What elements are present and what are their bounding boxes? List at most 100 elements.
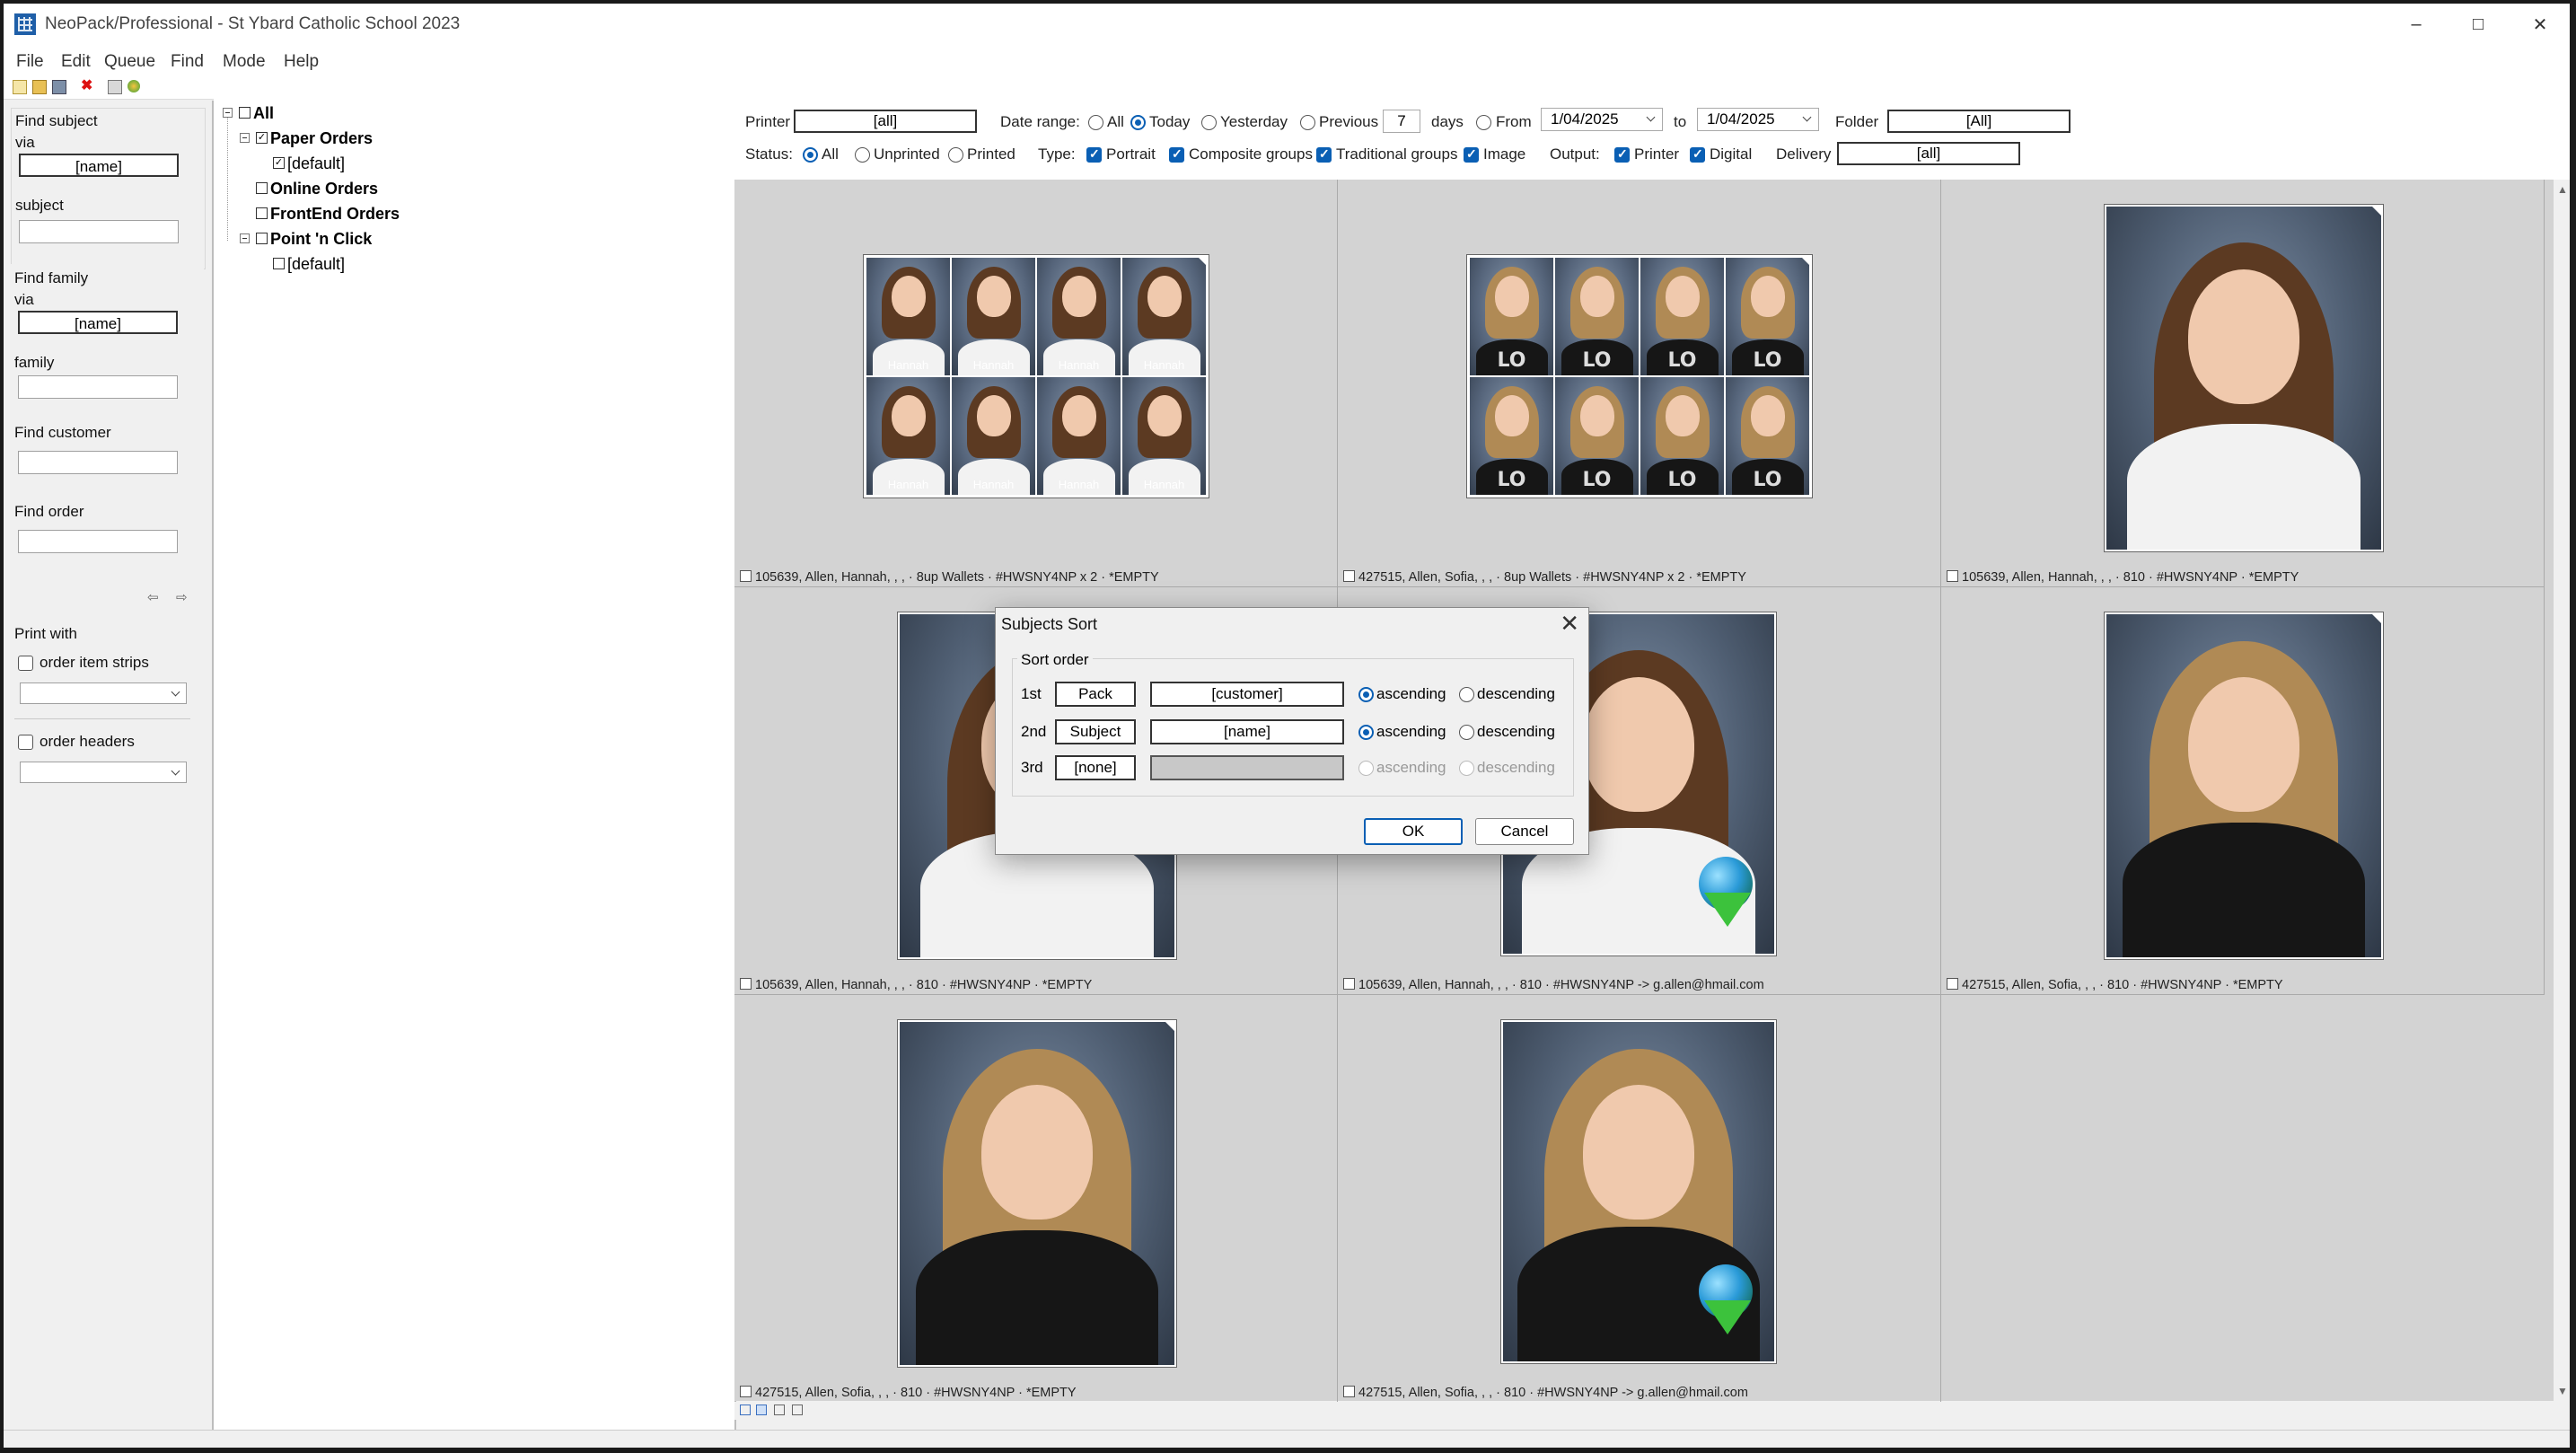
menu-find[interactable]: Find [171, 52, 204, 72]
tree-root-expander[interactable] [223, 108, 233, 118]
menu-queue[interactable]: Queue [104, 52, 155, 72]
output-digital-checkbox[interactable] [1690, 146, 1705, 163]
view-list-icon[interactable] [774, 1405, 785, 1415]
output-printer-checkbox[interactable] [1614, 146, 1630, 163]
thumbnail-checkbox[interactable] [1343, 978, 1355, 990]
save-icon[interactable] [52, 80, 66, 94]
tree-expander-paper[interactable] [240, 133, 250, 143]
menu-help[interactable]: Help [284, 52, 319, 72]
view-lock-icon[interactable] [792, 1405, 803, 1415]
tree-item-frontend-orders[interactable]: FrontEnd Orders [270, 205, 400, 224]
dialog-close-icon[interactable]: ✕ [1560, 610, 1579, 638]
sort-key-2-button[interactable]: Subject [1055, 719, 1136, 744]
next-arrow-icon[interactable]: ⇨ [176, 589, 188, 605]
thumbnail-item[interactable]: 427515, Allen, Sofia, , , · 810 · #HWSNY… [1338, 995, 1941, 1403]
sort-1-descending-radio[interactable] [1459, 687, 1474, 702]
menu-mode[interactable]: Mode [223, 52, 266, 72]
order-item-strips-dropdown[interactable] [20, 682, 187, 704]
thumbnail-checkbox[interactable] [1343, 570, 1355, 582]
thumbnail-item[interactable]: Hannah Hannah Hannah Hannah Hannah Hannah Hann… [734, 180, 1338, 587]
find-subject-input[interactable] [19, 220, 179, 243]
find-family-via-field[interactable]: [name] [18, 311, 178, 334]
date-all-radio[interactable] [1088, 115, 1103, 130]
find-subject-via-field[interactable]: [name] [19, 154, 179, 177]
sort-key-3-button[interactable]: [none] [1055, 755, 1136, 780]
delivery-field[interactable]: [all] [1837, 142, 2020, 165]
tree-root-checkbox[interactable] [239, 107, 251, 119]
type-portrait-checkbox[interactable] [1086, 146, 1102, 163]
view-grid-icon[interactable] [756, 1405, 767, 1415]
status-printed-radio[interactable] [948, 147, 963, 163]
thumbnail-item[interactable]: 427515, Allen, Sofia, , , · 810 · #HWSNY… [1941, 587, 2545, 995]
find-customer-input[interactable] [18, 451, 178, 474]
sort-key-1-button[interactable]: Pack [1055, 682, 1136, 707]
thumbnail-checkbox[interactable] [1947, 570, 1958, 582]
from-date-picker[interactable]: 1/04/2025 [1541, 108, 1663, 131]
previous-arrow-icon[interactable]: ⇦ [147, 589, 159, 605]
folder-field[interactable]: [All] [1887, 110, 2070, 133]
maximize-icon[interactable]: □ [2459, 11, 2497, 38]
previous-days-field[interactable]: 7 [1383, 110, 1420, 133]
tree-item-paper-default[interactable]: [default] [287, 154, 345, 173]
cancel-button[interactable]: Cancel [1475, 818, 1574, 845]
tree-checkbox-pointnclick[interactable] [256, 233, 268, 244]
tree-checkbox-frontend[interactable] [256, 207, 268, 219]
date-yesterday-radio[interactable] [1201, 115, 1217, 130]
tree-checkbox-online[interactable] [256, 182, 268, 194]
open-icon[interactable] [32, 80, 47, 94]
order-item-strips-checkbox[interactable] [18, 656, 33, 671]
thumbnail-item[interactable]: 105639, Allen, Hannah, , , · 810 · #HWSN… [1941, 180, 2545, 587]
status-all-radio[interactable] [803, 147, 818, 163]
subjects-sort-dialog: Subjects Sort ✕ Sort order 1st Pack [cus… [995, 607, 1589, 855]
delete-icon[interactable]: ✖ [81, 79, 93, 93]
tree-checkbox-paper[interactable]: ✓ [256, 132, 268, 144]
printer-field[interactable]: [all] [794, 110, 977, 133]
menu-file[interactable]: File [16, 52, 44, 72]
thumbnail-checkbox[interactable] [1947, 978, 1958, 990]
status-unprinted-radio[interactable] [855, 147, 870, 163]
type-image-checkbox[interactable] [1464, 146, 1479, 163]
order-headers-dropdown[interactable] [20, 762, 187, 783]
date-today-radio[interactable] [1130, 115, 1146, 130]
thumbnail-checkbox[interactable] [740, 1386, 752, 1397]
menu-edit[interactable]: Edit [61, 52, 91, 72]
ok-button[interactable]: OK [1364, 818, 1463, 845]
view-single-icon[interactable] [740, 1405, 751, 1415]
sort-3-descending-label: descending [1477, 759, 1555, 776]
type-traditional-checkbox[interactable] [1316, 146, 1332, 163]
find-order-input[interactable] [18, 530, 178, 553]
type-composite-checkbox[interactable] [1169, 146, 1184, 163]
tree-item-paper-orders[interactable]: Paper Orders [270, 129, 373, 148]
sort-2-descending-radio[interactable] [1459, 725, 1474, 740]
thumbnail-checkbox[interactable] [1343, 1386, 1355, 1397]
scroll-down-icon[interactable]: ▼ [2557, 1385, 2568, 1397]
sort-field-2[interactable]: [name] [1150, 719, 1344, 744]
vertical-scrollbar[interactable]: ▲ ▼ [2554, 180, 2570, 1401]
to-date-picker[interactable]: 1/04/2025 [1697, 108, 1819, 131]
refresh-icon[interactable] [127, 80, 140, 92]
thumbnail-item[interactable]: 427515, Allen, Sofia, , , · 810 · #HWSNY… [734, 995, 1338, 1403]
date-previous-radio[interactable] [1300, 115, 1315, 130]
sort-field-1[interactable]: [customer] [1150, 682, 1344, 707]
tree-item-point-n-click[interactable]: Point 'n Click [270, 230, 372, 249]
thumbnail-checkbox[interactable] [740, 570, 752, 582]
scroll-up-icon[interactable]: ▲ [2557, 183, 2568, 196]
print-icon[interactable] [108, 80, 122, 94]
thumbnail-item[interactable]: LO LO LO LO LO LO LO LO 427515, Allen, Sofia, ,… [1338, 180, 1941, 587]
order-headers-checkbox[interactable] [18, 735, 33, 750]
thumbnail-checkbox[interactable] [740, 978, 752, 990]
minimize-icon[interactable]: – [2397, 11, 2435, 38]
date-from-radio[interactable] [1476, 115, 1491, 130]
new-icon[interactable] [13, 80, 27, 94]
tree-checkbox-paper-default[interactable]: ✓ [273, 157, 285, 169]
close-icon[interactable]: ✕ [2521, 11, 2559, 38]
tree-checkbox-pnc-default[interactable] [273, 258, 285, 269]
find-family-input[interactable] [18, 375, 178, 399]
tree-item-online-orders[interactable]: Online Orders [270, 180, 378, 198]
tree-expander-pointnclick[interactable] [240, 233, 250, 243]
tree-root-label[interactable]: All [253, 104, 274, 123]
sort-2-ascending-radio[interactable] [1358, 725, 1374, 740]
sort-1-ascending-radio[interactable] [1358, 687, 1374, 702]
wallet-photo: LO [1554, 376, 1640, 496]
tree-item-pnc-default[interactable]: [default] [287, 255, 345, 274]
